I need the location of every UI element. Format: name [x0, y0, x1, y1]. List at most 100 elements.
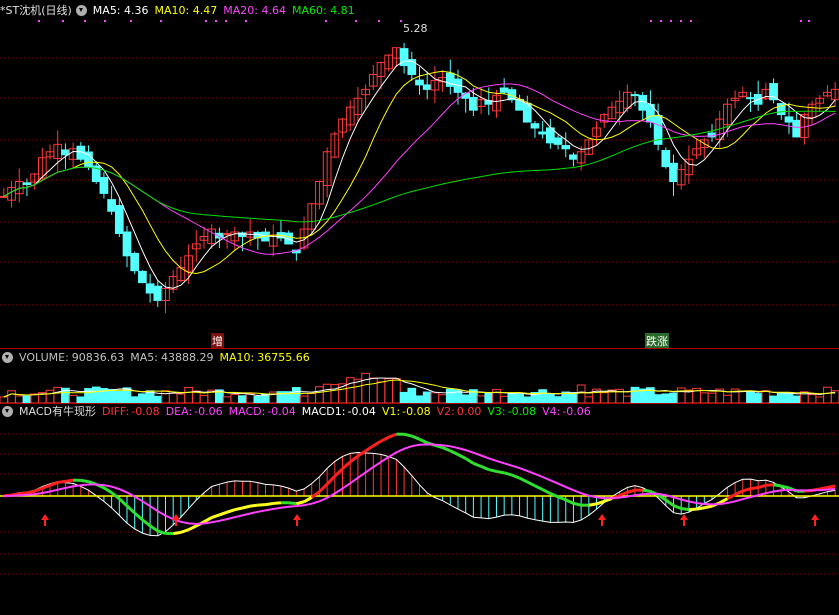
volume-bar	[254, 396, 262, 403]
volume-bar	[462, 395, 470, 403]
diff-line-segment	[389, 434, 397, 437]
price-title: *ST沈机(日线)	[0, 4, 72, 17]
volume-bar	[724, 395, 732, 403]
signal-dot	[690, 20, 692, 22]
signal-dot	[84, 20, 86, 22]
diff-line-segment	[627, 490, 635, 492]
volume-bar	[793, 396, 801, 403]
v3-value: -0.08	[508, 405, 536, 418]
candle-body	[0, 196, 8, 197]
volume-bar	[700, 393, 708, 403]
volume-bar	[377, 382, 385, 403]
volume-bar	[670, 393, 678, 403]
diff-line-segment	[266, 503, 274, 504]
diff-line-segment	[381, 437, 389, 441]
dea-value: -0.06	[194, 405, 222, 418]
volume-bar	[323, 384, 331, 403]
volume-bar	[308, 393, 316, 403]
candle-body	[785, 117, 793, 122]
diff-line-segment	[489, 470, 497, 472]
diff-line-segment	[735, 491, 743, 495]
diff-line-segment	[404, 434, 412, 436]
diff-line-segment	[496, 471, 504, 472]
dea-label: DEA:	[166, 405, 192, 418]
volume-bar	[708, 393, 716, 403]
candle-body	[62, 150, 70, 155]
volume-bar	[162, 391, 170, 403]
volume-bar	[316, 387, 324, 403]
volume-header: VOLUME:90836.63MA5:43888.29MA10:36755.66	[0, 350, 316, 366]
volume-bar	[762, 391, 770, 403]
volume-bar	[331, 385, 339, 403]
candle-body	[23, 183, 31, 185]
chevron-down-circle-icon[interactable]	[76, 5, 87, 16]
candle-body	[631, 95, 639, 96]
macd1-label: MACD1:	[302, 405, 346, 418]
candle-body	[139, 271, 147, 282]
volume-bar	[362, 373, 370, 403]
volume-bar	[439, 395, 447, 403]
diff-line-segment	[620, 492, 628, 495]
diff-line-segment	[743, 489, 751, 491]
diff-line-segment	[543, 490, 551, 494]
ma10-value: 4.47	[193, 4, 218, 17]
diff-line-segment	[589, 504, 597, 505]
volume-bar	[185, 388, 193, 403]
candle-body	[662, 150, 670, 166]
ma60-label: MA60:	[292, 4, 327, 17]
volume-bar	[15, 396, 23, 403]
volume-bar	[69, 395, 77, 403]
ma20-value: 4.64	[261, 4, 286, 17]
signal-dot	[62, 20, 64, 22]
chevron-down-circle-icon[interactable]	[2, 406, 13, 417]
volume-bar	[139, 394, 147, 403]
candle-body	[416, 80, 424, 85]
signal-dot	[378, 20, 380, 22]
volume-ma10-label: MA10:	[220, 351, 255, 364]
volume-bar	[154, 396, 162, 403]
macd-value: -0.04	[267, 405, 295, 418]
diff-line-segment	[704, 506, 712, 508]
signal-dot	[808, 20, 810, 22]
macd-chart[interactable]	[0, 404, 839, 615]
volume-bar	[754, 394, 762, 403]
diff-line-segment	[420, 439, 428, 443]
volume-ma5-label: MA5:	[130, 351, 158, 364]
volume-bar	[654, 395, 662, 403]
volume-bar	[547, 394, 555, 403]
chevron-down-circle-icon[interactable]	[2, 352, 13, 363]
signal-dot	[104, 20, 106, 22]
diff-line-segment	[450, 451, 458, 455]
volume-bar	[262, 394, 270, 403]
volume-bar	[747, 391, 755, 403]
volume-bar	[385, 379, 393, 403]
volume-bar	[600, 393, 608, 403]
signal-dot	[660, 20, 662, 22]
price-chart[interactable]	[0, 0, 839, 348]
volume-bar	[231, 395, 239, 403]
diff-line-segment	[319, 484, 327, 492]
candle-body	[470, 97, 478, 110]
up-arrow-icon	[293, 514, 301, 526]
increase-marker: 增	[211, 333, 224, 349]
volume-bar	[46, 390, 54, 403]
signal-dot	[130, 20, 132, 22]
price-annotation: 5.28	[403, 22, 428, 35]
price-panel: *ST沈机(日线)MA5: 4.36MA10: 4.47MA20: 4.64MA…	[0, 0, 839, 348]
candle-body	[562, 146, 570, 149]
diff-line-segment	[273, 503, 281, 504]
volume-ma10-value: 36755.66	[257, 351, 310, 364]
ma60-value: 4.81	[330, 4, 355, 17]
diff-line-segment	[727, 495, 735, 499]
signal-dot	[400, 20, 402, 22]
diff-line-segment	[27, 491, 35, 493]
v2-label: V2:	[437, 405, 455, 418]
signal-dot	[245, 20, 247, 22]
diff-line-segment	[35, 488, 43, 491]
volume-bar	[493, 389, 501, 403]
diff-line-segment	[227, 510, 235, 513]
diff-line-segment	[219, 512, 227, 515]
candle-body	[500, 88, 508, 92]
volume-bar	[92, 387, 100, 403]
diff-line-segment	[127, 506, 135, 513]
